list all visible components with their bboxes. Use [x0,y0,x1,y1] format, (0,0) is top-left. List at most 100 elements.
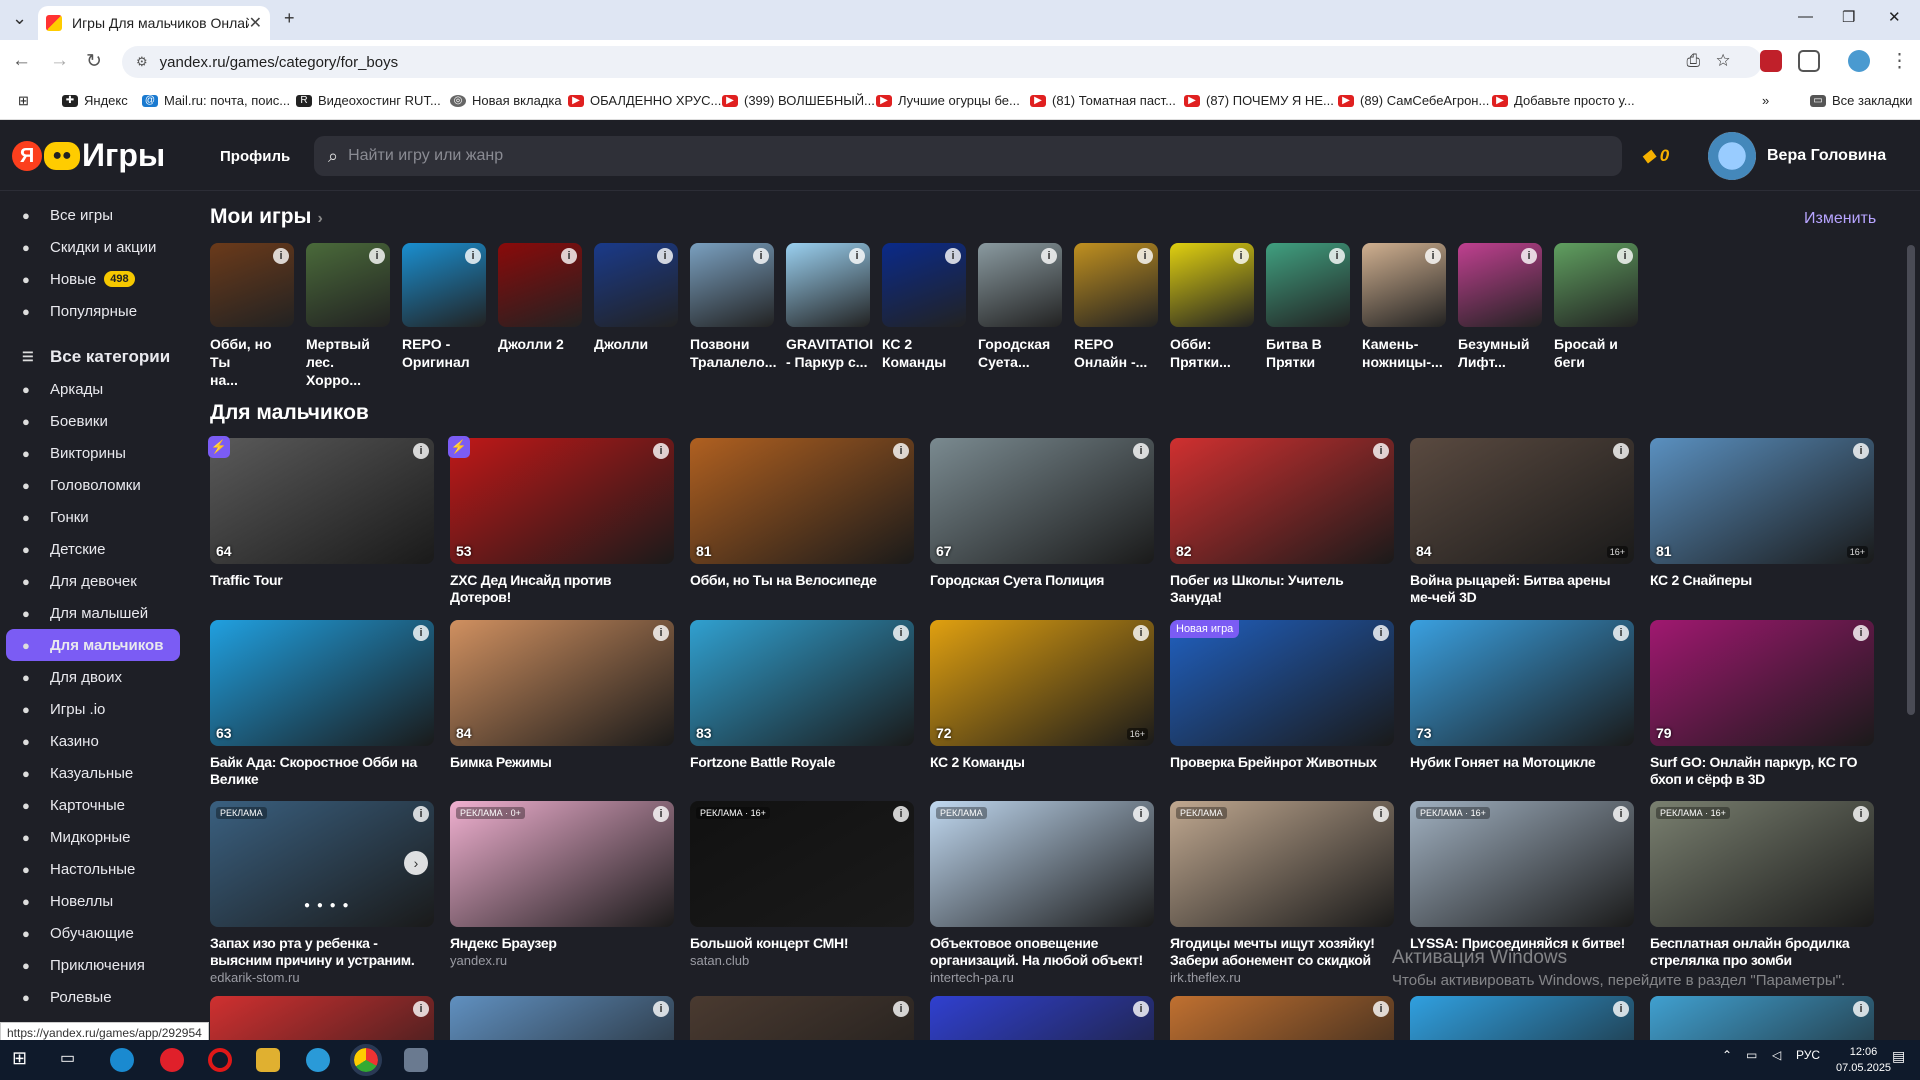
bookmark-item[interactable]: ▶ Добавьте просто у... [1492,93,1635,108]
install-icon[interactable]: ⎙ [1687,51,1717,70]
info-icon[interactable]: i [1133,625,1149,641]
game-card[interactable]: 84 16+ i Война рыцарей: Битва арены ме-чей … [1410,438,1634,606]
info-icon[interactable]: i [653,806,669,822]
sidebar-item[interactable]: ● Викторины [6,437,180,469]
my-game-card[interactable]: i Обби, но Ты на... [210,243,294,389]
game-card[interactable]: i [210,996,434,1041]
info-icon[interactable]: i [413,625,429,641]
info-icon[interactable]: i [1373,1001,1389,1017]
sidebar-item[interactable]: ● Настольные [6,853,180,885]
bookmark-item[interactable]: R Видеохостинг RUT... [296,93,441,108]
info-icon[interactable]: i [1853,625,1869,641]
info-icon[interactable]: i [465,248,481,264]
telegram-icon[interactable] [306,1048,330,1072]
chrome-icon[interactable] [350,1044,382,1076]
my-game-card[interactable]: i Бросай и беги [1554,243,1638,371]
profile-link[interactable]: Профиль [220,148,290,165]
info-icon[interactable]: i [1133,1001,1149,1017]
info-icon[interactable]: i [849,248,865,264]
info-icon[interactable]: i [753,248,769,264]
avatar[interactable] [1708,132,1756,180]
game-card[interactable]: 81 16+ i КС 2 Снайперы [1650,438,1874,589]
info-icon[interactable]: i [273,248,289,264]
game-card[interactable]: ⚡ 53 i ZXC Дед Инсайд против Дотеров! [448,436,674,606]
my-game-card[interactable]: i REPO Онлайн -... [1074,243,1158,371]
ad-card[interactable]: РЕКЛАМА · 16+ i Большой концерт СМН! satan.… [690,801,914,968]
my-game-card[interactable]: i КС 2 Команды [882,243,966,371]
sidebar-item[interactable]: ● Боевики [6,405,180,437]
info-icon[interactable]: i [1425,248,1441,264]
my-game-card[interactable]: i Безумный Лифт... [1458,243,1542,371]
sidebar-item[interactable]: ● Аркады [6,373,180,405]
my-game-card[interactable]: i Обби: Прятки... [1170,243,1254,371]
apps-grid-icon[interactable]: ⊞ [18,93,29,109]
info-icon[interactable]: i [1133,806,1149,822]
all-bookmarks[interactable]: ▭ Все закладки [1810,93,1912,108]
sidebar-item[interactable]: ● Казуальные [6,757,180,789]
search-input[interactable]: ⌕ Найти игру или жанр [314,136,1622,176]
game-card[interactable]: 84 i Бимка Режимы [450,620,674,771]
notifications-icon[interactable]: ▤ [1892,1048,1905,1065]
ad-card[interactable]: РЕКЛАМА · 16+ i LYSSA: Присоединяйся к бит… [1410,801,1634,953]
task-view-icon[interactable]: ▭ [60,1048,84,1072]
game-card[interactable]: ⚡ 64 i Traffic Tour [208,436,434,589]
sidebar-item[interactable]: ● Новеллы [6,885,180,917]
sidebar-item[interactable]: ● Казино [6,725,180,757]
sidebar-item[interactable]: ● Гонки [6,501,180,533]
my-games-title[interactable]: Мои игры › [210,205,323,229]
info-icon[interactable]: i [653,625,669,641]
game-card[interactable]: 81 i Обби, но Ты на Велосипеде [690,438,914,589]
sidebar-item[interactable]: ● Для двоих [6,661,180,693]
info-icon[interactable]: i [1853,443,1869,459]
reload-icon[interactable]: ↻ [86,50,102,73]
my-game-card[interactable]: i GRAVITATIOI - Паркур с... [786,243,873,371]
game-card[interactable]: i [1410,996,1634,1041]
game-card[interactable]: i [930,996,1154,1041]
my-game-card[interactable]: i Городская Суета... [978,243,1062,371]
info-icon[interactable]: i [945,248,961,264]
ad-card[interactable]: РЕКЛАМА i Объектовое оповещение организаци… [930,801,1154,985]
network-icon[interactable]: ▭ [1746,1048,1757,1062]
bookmark-item[interactable]: ▶ (81) Томатная паст... [1030,93,1176,108]
sidebar-item[interactable]: ● Все игры [6,199,180,231]
game-card[interactable]: i [450,996,674,1041]
url-field[interactable]: ⚙ yandex.ru/games/category/for_boys ⎙☆ [122,46,1762,78]
info-icon[interactable]: i [893,443,909,459]
sidebar-item[interactable]: ● Новые 498 [6,263,180,295]
my-game-card[interactable]: i REPO - Оригинал [402,243,486,371]
my-game-card[interactable]: i Джолли [594,243,678,353]
bookmark-item[interactable]: ▶ (87) ПОЧЕМУ Я НЕ... [1184,93,1334,108]
sidebar-item[interactable]: ● Для девочек [6,565,180,597]
my-game-card[interactable]: i Битва В Прятки [1266,243,1350,371]
info-icon[interactable]: i [1041,248,1057,264]
game-card[interactable]: 72 16+ i КС 2 Команды [930,620,1154,771]
file-explorer-icon[interactable] [256,1048,280,1072]
sidebar-item[interactable]: ● Для малышей [6,597,180,629]
game-card[interactable]: 63 i Байк Ада: Скоростное Обби на Велике [210,620,434,788]
close-window-icon[interactable]: ✕ [1888,8,1901,26]
game-card[interactable]: i [1170,996,1394,1041]
info-icon[interactable]: i [653,1001,669,1017]
bookmark-star-icon[interactable]: ☆ [1716,51,1746,70]
bookmark-item[interactable]: ▶ (399) ВОЛШЕБНЫЙ... [722,93,875,108]
user-name[interactable]: Вера Головина [1767,147,1886,165]
pdf-extension-icon[interactable] [1760,50,1782,72]
info-icon[interactable]: i [413,443,429,459]
info-icon[interactable]: i [1613,806,1629,822]
info-icon[interactable]: i [1853,806,1869,822]
info-icon[interactable]: i [561,248,577,264]
profile-avatar-icon[interactable] [1848,50,1870,72]
info-icon[interactable]: i [893,1001,909,1017]
page-scrollbar[interactable] [1907,245,1915,715]
info-icon[interactable]: i [1617,248,1633,264]
info-icon[interactable]: i [1137,248,1153,264]
clock[interactable]: 12:06 07.05.2025 [1836,1044,1891,1076]
bookmark-item[interactable]: ◎ Новая вкладка [450,93,562,108]
sidebar-item[interactable]: ● Популярные [6,295,180,327]
game-card[interactable]: 82 i Побег из Школы: Учитель Зануда! [1170,438,1394,606]
info-icon[interactable]: i [1521,248,1537,264]
close-tab-icon[interactable]: ✕ [249,13,262,33]
start-icon[interactable]: ⊞ [12,1048,36,1072]
tray-chevron-icon[interactable]: ⌃ [1722,1048,1732,1062]
camera-app-icon[interactable] [404,1048,428,1072]
